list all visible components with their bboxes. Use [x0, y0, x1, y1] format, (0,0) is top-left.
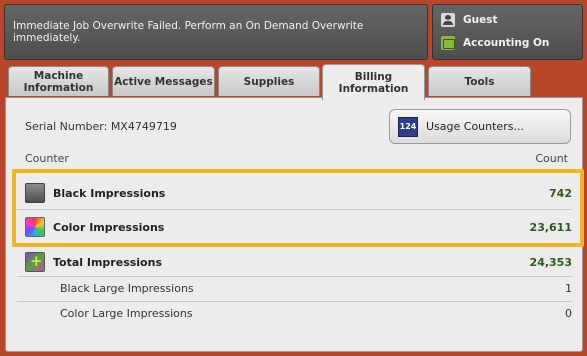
column-header-counter: Counter [25, 152, 69, 165]
total-impressions-icon [25, 252, 45, 272]
counter-label: Black Impressions [53, 186, 166, 200]
tab-tools[interactable]: Tools [428, 66, 531, 96]
counter-label: Color Impressions [53, 220, 165, 234]
status-message-bar: Immediate Job Overwrite Failed. Perform … [4, 4, 428, 60]
counter-row-black: Black Impressions 742 [17, 178, 572, 208]
tab-label: Tools [464, 75, 495, 88]
accounting-row[interactable]: Accounting On [441, 36, 549, 50]
column-header-count: Count [535, 152, 568, 165]
row-divider [17, 209, 572, 210]
tab-label: Active Messages [114, 75, 213, 88]
counter-row-color-large: Color Large Impressions 0 [17, 298, 572, 328]
guest-row[interactable]: Guest [441, 13, 497, 27]
color-impressions-icon [25, 217, 45, 237]
tab-label: Machine Information [23, 69, 94, 94]
user-panel[interactable]: Guest Accounting On [432, 4, 583, 60]
status-message: Immediate Job Overwrite Failed. Perform … [13, 20, 364, 44]
tab-label: Billing Information [338, 70, 409, 95]
tab-billing-information[interactable]: Billing Information [322, 64, 425, 100]
counter-row-color: Color Impressions 23,611 [17, 212, 572, 242]
counter-icon: 124 [398, 116, 418, 137]
counter-value: 1 [565, 281, 572, 295]
accounting-icon [441, 36, 455, 50]
black-impressions-icon [25, 183, 45, 203]
user-label: Guest [463, 14, 498, 26]
billing-panel: Serial Number: MX4749719 124 Usage Count… [5, 97, 584, 352]
counter-value: 0 [565, 306, 572, 320]
counter-label: Color Large Impressions [60, 306, 193, 320]
tab-active-messages[interactable]: Active Messages [112, 66, 215, 96]
counter-value: 23,611 [529, 220, 572, 234]
usage-counters-button[interactable]: 124 Usage Counters... [389, 109, 571, 144]
user-icon [441, 13, 455, 27]
usage-counters-label: Usage Counters... [426, 120, 524, 133]
tab-machine-information[interactable]: Machine Information [8, 66, 109, 96]
counter-label: Black Large Impressions [60, 281, 194, 295]
counter-value: 742 [549, 186, 572, 200]
tab-label: Supplies [243, 75, 295, 88]
accounting-label: Accounting On [463, 37, 550, 49]
tab-supplies[interactable]: Supplies [218, 66, 320, 96]
counter-value: 24,353 [529, 255, 572, 269]
serial-number: Serial Number: MX4749719 [25, 120, 177, 133]
counter-label: Total Impressions [53, 255, 162, 269]
